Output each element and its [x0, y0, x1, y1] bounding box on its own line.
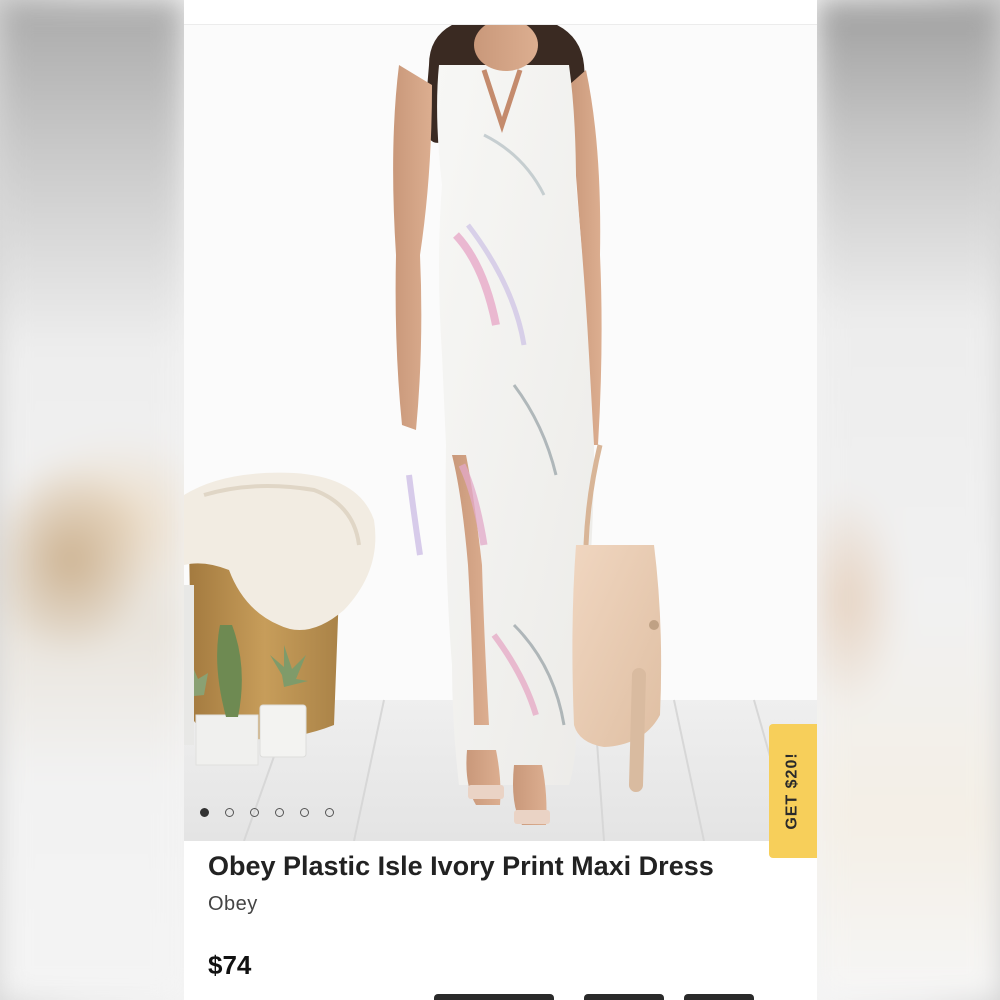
screen: GET $20! Obey Plastic Isle Ivory Print M… — [0, 0, 1000, 1000]
product-title: Obey Plastic Isle Ivory Print Maxi Dress — [208, 851, 714, 881]
cut-off-text-row — [394, 992, 794, 1000]
blurred-backdrop-right — [817, 0, 1000, 1000]
top-bar — [184, 0, 817, 25]
carousel-dot-2[interactable] — [225, 808, 234, 817]
carousel-dots — [200, 808, 334, 817]
get-20-promo-tab[interactable]: GET $20! — [769, 724, 817, 858]
carousel-dot-5[interactable] — [300, 808, 309, 817]
product-brand-link[interactable]: Obey — [208, 890, 798, 918]
carousel-dot-3[interactable] — [250, 808, 259, 817]
product-image[interactable] — [184, 25, 817, 841]
promo-label: GET $20! — [784, 752, 802, 830]
product-photo-illustration — [184, 25, 817, 841]
product-price: $74 — [208, 950, 252, 980]
carousel-dot-6[interactable] — [325, 808, 334, 817]
carousel-dot-4[interactable] — [275, 808, 284, 817]
blurred-backdrop-left — [0, 0, 184, 1000]
carousel-dot-1[interactable] — [200, 808, 209, 817]
product-card: GET $20! Obey Plastic Isle Ivory Print M… — [184, 0, 817, 1000]
product-info: Obey Plastic Isle Ivory Print Maxi Dress… — [208, 846, 798, 982]
